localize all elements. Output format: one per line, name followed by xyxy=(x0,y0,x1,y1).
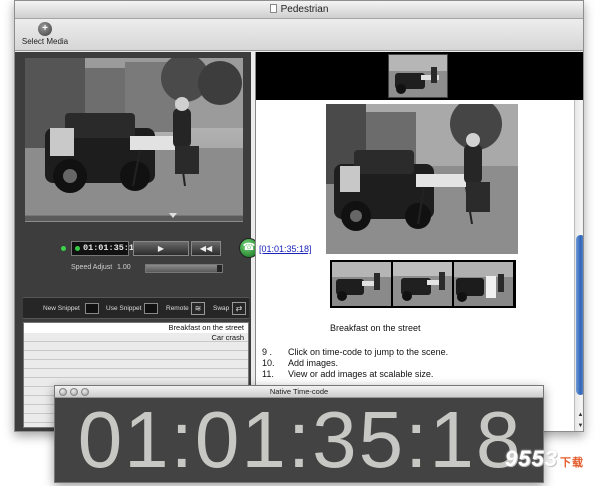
scene-image[interactable] xyxy=(326,104,518,254)
scroll-thumb[interactable] xyxy=(576,235,583,395)
step-text: Click on time-code to jump to the scene. xyxy=(288,347,449,357)
thumbnail-graphic xyxy=(332,262,391,306)
new-snippet-button[interactable] xyxy=(85,303,99,314)
steps-list: 9 . Click on time-code to jump to the sce… xyxy=(262,347,448,380)
select-media-button[interactable]: + Select Media xyxy=(19,21,71,49)
use-snippet-label: Use Snippet xyxy=(106,305,142,312)
step-text: Add images. xyxy=(288,358,339,368)
step-number: 9 . xyxy=(262,347,273,357)
speed-value: 1.00 xyxy=(117,264,131,271)
step-item: 11. View or add images at scalable size. xyxy=(262,369,448,380)
swap-icon[interactable]: ⇄ xyxy=(232,302,246,315)
document-panel: [01:01:35:18] Breakfast on the street 9 … xyxy=(255,52,583,431)
step-text: View or add images at scalable size. xyxy=(288,369,434,379)
rewind-button[interactable]: ◀◀ xyxy=(191,241,221,256)
scrub-bar[interactable] xyxy=(25,213,243,221)
timecode-text: 01:01:35:18 xyxy=(83,243,140,253)
step-item: 9 . Click on time-code to jump to the sce… xyxy=(262,347,448,358)
step-number: 11. xyxy=(262,369,274,379)
toolbar: + Select Media xyxy=(15,19,583,51)
timecode-live-dot xyxy=(75,246,80,251)
pedestrian-window: Pedestrian + Select Media 01:01:35:18 ▶ … xyxy=(14,0,584,432)
select-media-label: Select Media xyxy=(21,37,69,46)
video-frame-image xyxy=(25,58,243,222)
plus-circle-icon: + xyxy=(38,22,52,36)
video-preview[interactable] xyxy=(25,58,243,222)
snippet-list-item[interactable]: Breakfast on the street xyxy=(24,323,248,333)
scroll-up-arrow-icon[interactable]: ▲ xyxy=(576,410,583,420)
window-title: Pedestrian xyxy=(280,4,329,15)
rewind-icon: ◀◀ xyxy=(199,244,213,253)
status-led xyxy=(61,246,66,251)
document-icon xyxy=(269,4,277,13)
screen: Pedestrian + Select Media 01:01:35:18 ▶ … xyxy=(0,0,600,486)
filmstrip xyxy=(256,52,583,100)
thumbnail-image[interactable] xyxy=(454,262,513,306)
scrub-handle[interactable] xyxy=(169,213,178,218)
vertical-scrollbar[interactable]: ▲ ▼ xyxy=(574,100,583,431)
play-button[interactable]: ▶ xyxy=(133,241,189,256)
phone-icon: ☎ xyxy=(242,242,256,253)
speed-adjust: Speed Adjust 1.00 xyxy=(71,264,131,271)
watermark-suffix: 下载 xyxy=(559,457,584,469)
wifi-icon[interactable]: ≋ xyxy=(191,302,205,315)
remote-label: Remote xyxy=(166,305,189,312)
thumbnail-image[interactable] xyxy=(393,262,452,306)
speed-slider-fill xyxy=(146,265,217,272)
timecode-link[interactable]: [01:01:35:18] xyxy=(259,244,312,254)
step-item: 10. Add images. xyxy=(262,358,448,369)
native-timecode-window: Native Time-code 01:01:35:18 xyxy=(54,385,544,483)
speed-slider[interactable] xyxy=(145,264,223,273)
large-timecode-display: 01:01:35:18 xyxy=(77,395,523,483)
scene-image-graphic xyxy=(326,104,518,254)
minimize-icon[interactable] xyxy=(70,388,78,396)
use-snippet-button[interactable] xyxy=(144,303,158,314)
close-icon[interactable] xyxy=(59,388,67,396)
new-snippet-label: New Snippet xyxy=(43,305,80,312)
speed-label: Speed Adjust xyxy=(71,264,113,271)
player-panel: 01:01:35:18 ▶ ◀◀ ☎ Speed Adjust 1.00 New… xyxy=(15,52,259,431)
filmstrip-image xyxy=(389,55,447,97)
snippet-list-item[interactable]: Car crash xyxy=(24,333,248,343)
thumbnail-graphic xyxy=(393,262,452,306)
image-caption: Breakfast on the street xyxy=(330,323,421,333)
timecode-display[interactable]: 01:01:35:18 xyxy=(71,241,139,256)
play-icon: ▶ xyxy=(157,244,165,253)
step-number: 10. xyxy=(262,358,275,368)
watermark-logo: 9553 下载 xyxy=(505,446,584,472)
thumbnail-graphic xyxy=(454,262,513,306)
swap-label: Swap xyxy=(213,305,230,312)
window-titlebar[interactable]: Pedestrian xyxy=(15,1,583,19)
snippet-toolbar: New Snippet Use Snippet Remote ≋ Swap ⇄ xyxy=(23,297,249,319)
thumbnail-strip xyxy=(330,260,516,308)
scroll-down-arrow-icon[interactable]: ▼ xyxy=(576,421,583,431)
filmstrip-thumbnail[interactable] xyxy=(388,54,448,98)
document-content: [01:01:35:18] Breakfast on the street 9 … xyxy=(256,102,574,431)
thumbnail-image[interactable] xyxy=(332,262,391,306)
watermark-brand: 9553 xyxy=(505,446,558,471)
